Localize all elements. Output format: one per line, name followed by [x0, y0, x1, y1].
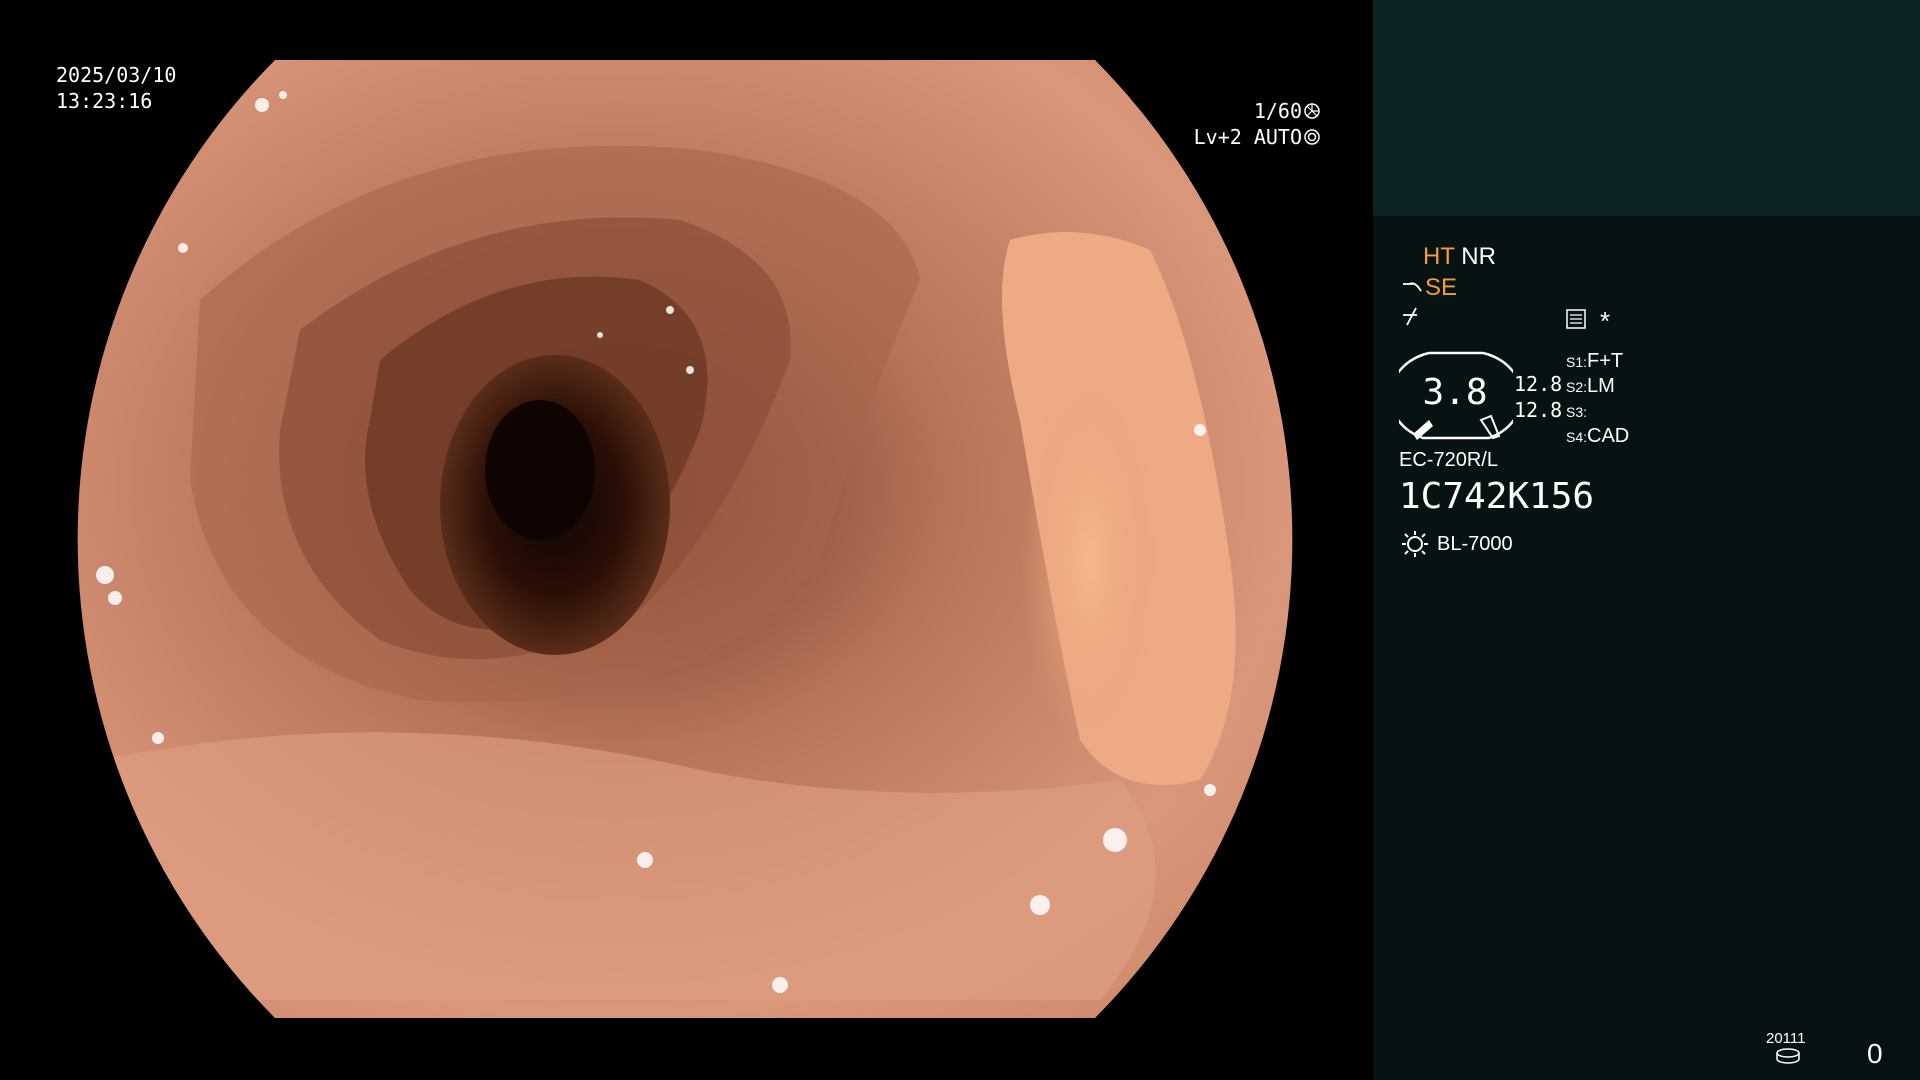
switch-value: CAD	[1587, 425, 1630, 447]
pressure-value-1: 12.8	[1514, 372, 1563, 396]
switch-s3: S3:	[1566, 400, 1587, 423]
scope-serial: 1C742K156	[1399, 476, 1595, 517]
light-icon	[1402, 531, 1428, 557]
mode-ht: HT	[1423, 243, 1455, 270]
switch-key: S3:	[1566, 404, 1588, 420]
switch-value: LM	[1587, 375, 1615, 397]
image-counter: 0	[1867, 1038, 1883, 1069]
brightness-gauge: 3.8	[1388, 350, 1524, 449]
mode-row-ht-nr: HT NR	[1423, 243, 1496, 271]
shutter-label: 1/60	[1253, 99, 1302, 123]
exposure-overlay: 1/60 Lv+2 AUTO	[1180, 98, 1320, 150]
light-source-row: BL-7000	[1401, 530, 1513, 558]
record-code: 20111	[1766, 1030, 1806, 1047]
switch-key: S2:	[1566, 379, 1588, 395]
switch-s1: S1:F+T	[1566, 350, 1623, 373]
disk-icon	[1775, 1048, 1801, 1069]
date-label: 2025/03/10	[56, 63, 177, 87]
switch-key: S4:	[1566, 429, 1588, 445]
iris-icon	[1304, 129, 1320, 145]
pressure-value-2: 12.8	[1514, 398, 1563, 422]
switch-value: F+T	[1587, 350, 1624, 372]
star-mark: *	[1600, 306, 1611, 336]
scope-icon	[1403, 282, 1422, 292]
date-time-overlay: 2025/03/10 13:23:16	[56, 62, 176, 114]
level-auto-label: Lv+2 AUTO	[1193, 125, 1302, 149]
mode-se: SE	[1425, 274, 1458, 301]
memo-icon	[1565, 308, 1587, 335]
switch-s2: S2:LM	[1566, 375, 1615, 398]
gauge-value: 3.8	[1422, 372, 1488, 413]
endoscope-view-area: 2025/03/10 13:23:16 1/60 Lv+2 AUTO	[0, 0, 1373, 1080]
time-label: 13:23:16	[56, 89, 153, 113]
endoscopic-image	[77, 60, 1293, 1018]
structure-icon	[1403, 307, 1417, 326]
switch-s4: S4:CAD	[1566, 425, 1629, 448]
light-source-label: BL-7000	[1437, 532, 1513, 555]
shutter-icon	[1304, 103, 1320, 119]
side-panel-header	[1373, 0, 1920, 216]
switch-key: S1:	[1566, 354, 1588, 370]
info-side-panel: HT NR SE * 3.8 12.8 12.8 S1:F+T S2:LM S3…	[1373, 0, 1920, 1080]
structure-row	[1401, 305, 1423, 334]
mode-nr: NR	[1461, 243, 1496, 270]
mode-row-se: SE	[1401, 274, 1457, 302]
scope-model: EC-720R/L	[1399, 449, 1498, 471]
